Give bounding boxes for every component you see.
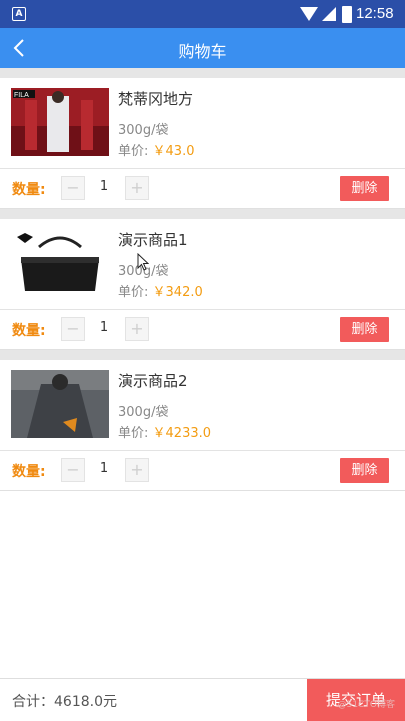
- product-price: ￥43.0: [152, 144, 195, 159]
- quantity-label: 数量:: [12, 464, 46, 480]
- divider: [0, 350, 405, 360]
- product-name: 演示商品2: [118, 372, 188, 390]
- decrease-quantity-button[interactable]: −: [61, 458, 85, 482]
- product-image[interactable]: [11, 370, 109, 438]
- divider: [0, 309, 405, 310]
- price-row: 单价: ￥4233.0: [118, 422, 211, 441]
- status-time: 12:58: [356, 5, 394, 22]
- divider: [0, 209, 405, 219]
- price-row: 单价: ￥43.0: [118, 140, 194, 159]
- product-image[interactable]: FILA: [11, 88, 109, 156]
- divider: [0, 168, 405, 169]
- product-image[interactable]: [11, 229, 109, 297]
- delete-button[interactable]: 删除: [340, 317, 389, 342]
- divider: [0, 450, 405, 451]
- quantity-label: 数量:: [12, 182, 46, 198]
- increase-quantity-button[interactable]: +: [125, 458, 149, 482]
- decrease-quantity-button[interactable]: −: [61, 317, 85, 341]
- battery-icon: [342, 6, 352, 23]
- delete-button[interactable]: 删除: [340, 458, 389, 483]
- signal-icon: [322, 7, 336, 21]
- product-price: ￥342.0: [152, 285, 203, 300]
- price-label: 单价:: [118, 285, 149, 300]
- increase-quantity-button[interactable]: +: [125, 317, 149, 341]
- brand-logo-text: FILA: [14, 92, 29, 99]
- quantity-label: 数量:: [12, 323, 46, 339]
- price-label: 单价:: [118, 144, 149, 159]
- delete-button[interactable]: 删除: [340, 176, 389, 201]
- quantity-value: 1: [99, 179, 109, 194]
- mouse-pointer-icon: [137, 252, 150, 275]
- status-bar: A 12:58: [0, 0, 405, 28]
- cart-item: 演示商品1 300g/袋 单价: ￥342.0 数量: − 1 + 删除: [0, 219, 405, 350]
- product-price: ￥4233.0: [152, 426, 212, 441]
- product-name: 演示商品1: [118, 231, 188, 249]
- app-notification-icon: A: [12, 7, 26, 21]
- product-weight: 300g/袋: [118, 405, 169, 420]
- cart-item: 演示商品2 300g/袋 单价: ￥4233.0 数量: − 1 + 删除: [0, 360, 405, 491]
- watermark: @51CTO博客: [337, 700, 395, 710]
- quantity-value: 1: [99, 320, 109, 335]
- cart-item: FILA 梵蒂冈地方 300g/袋 单价: ￥43.0 数量: − 1 + 删除: [0, 78, 405, 209]
- decrease-quantity-button[interactable]: −: [61, 176, 85, 200]
- cart-list: FILA 梵蒂冈地方 300g/袋 单价: ￥43.0 数量: − 1 + 删除…: [0, 68, 405, 491]
- increase-quantity-button[interactable]: +: [125, 176, 149, 200]
- divider: [0, 68, 405, 78]
- page-title: 购物车: [178, 42, 227, 61]
- wifi-icon: [300, 7, 318, 21]
- total-amount: 合计：4618.0元: [12, 694, 117, 710]
- app-header: 购物车: [0, 28, 405, 68]
- price-label: 单价:: [118, 426, 149, 441]
- product-weight: 300g/袋: [118, 123, 169, 138]
- product-name: 梵蒂冈地方: [118, 90, 194, 108]
- quantity-value: 1: [99, 461, 109, 476]
- price-row: 单价: ￥342.0: [118, 281, 203, 300]
